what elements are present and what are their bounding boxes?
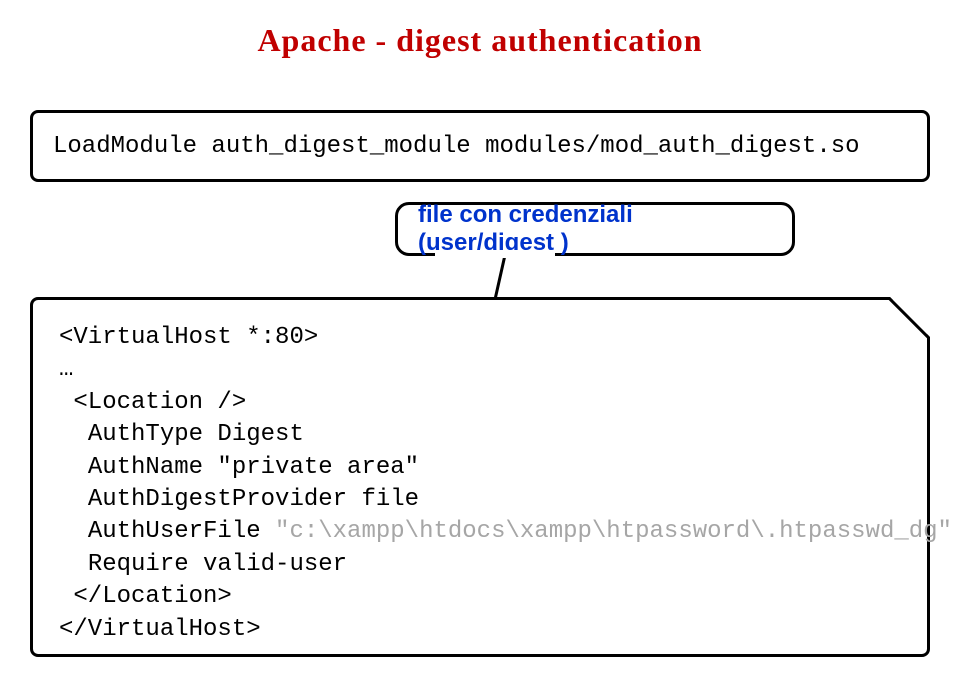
authname: AuthName "private area" — [88, 454, 419, 481]
callout-text: file con credenziali (user/digest ) — [418, 201, 772, 257]
vhost-open: <VirtualHost *:80> — [59, 324, 318, 351]
corner-decoration — [890, 297, 930, 337]
loadmodule-box: LoadModule auth_digest_module modules/mo… — [30, 110, 930, 182]
config-box: <VirtualHost *:80> … <Location /> AuthTy… — [30, 297, 930, 657]
vhost-close: </VirtualHost> — [59, 616, 261, 643]
loadmodule-text: LoadModule auth_digest_module modules/mo… — [53, 131, 907, 163]
callout-box: file con credenziali (user/digest ) — [395, 202, 795, 256]
location-close: </Location> — [73, 583, 231, 610]
ellipsis: … — [59, 356, 73, 383]
config-content: <VirtualHost *:80> … <Location /> AuthTy… — [59, 322, 901, 646]
require: Require valid-user — [88, 551, 347, 578]
authtype: AuthType Digest — [88, 421, 304, 448]
authuserfile-path: "c:\xampp\htdocs\xampp\htpassword\.htpas… — [275, 518, 952, 545]
slide-title: Apache - digest authentication — [0, 22, 960, 59]
authuserfile-label: AuthUserFile — [88, 518, 275, 545]
location-open: <Location /> — [73, 389, 246, 416]
provider: AuthDigestProvider file — [88, 486, 419, 513]
